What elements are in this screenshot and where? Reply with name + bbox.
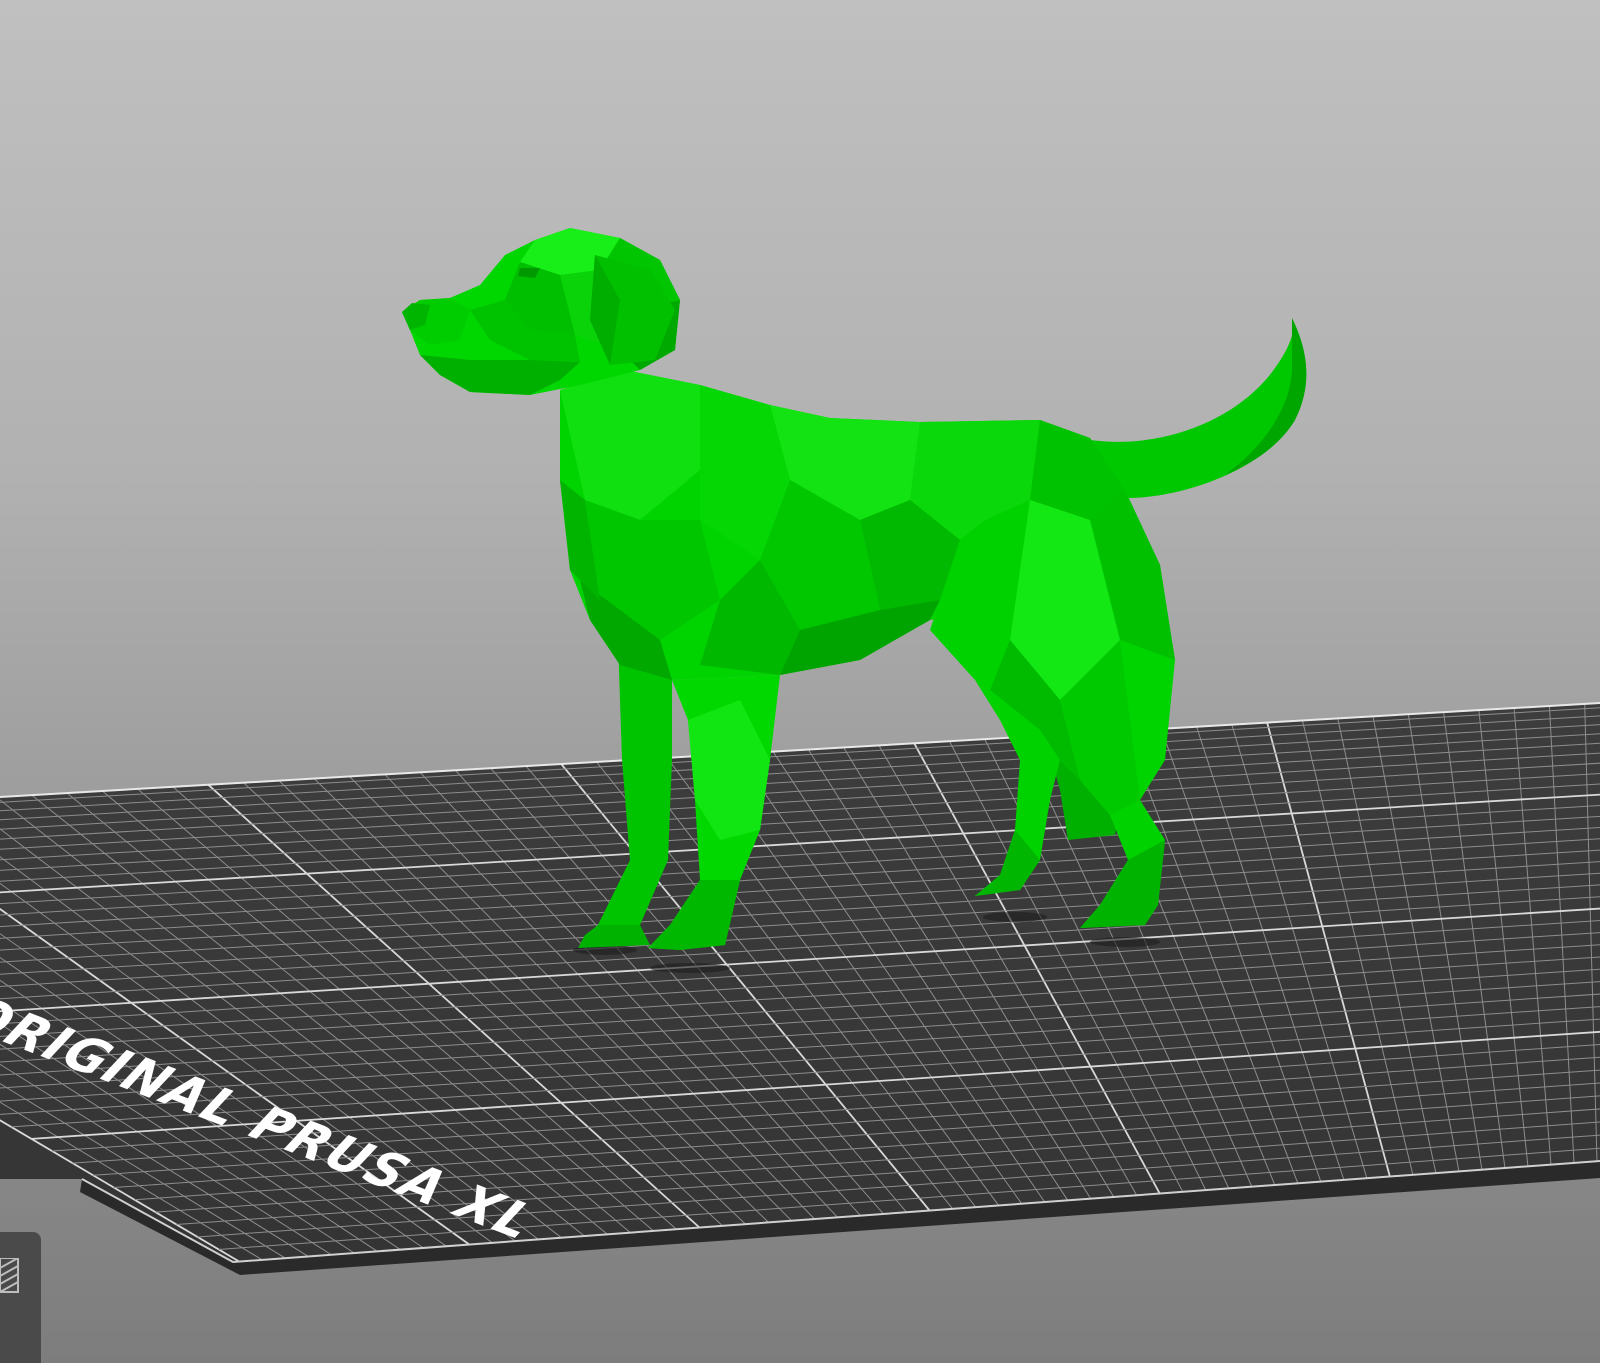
3d-viewport[interactable]: ORIGINAL PRUSA XL bbox=[0, 0, 1600, 1363]
layers-icon bbox=[0, 1258, 19, 1293]
print-bed: ORIGINAL PRUSA XL bbox=[0, 702, 1600, 1275]
view-toggle-button[interactable] bbox=[0, 1232, 41, 1363]
scene-canvas[interactable]: ORIGINAL PRUSA XL bbox=[0, 0, 1600, 1363]
